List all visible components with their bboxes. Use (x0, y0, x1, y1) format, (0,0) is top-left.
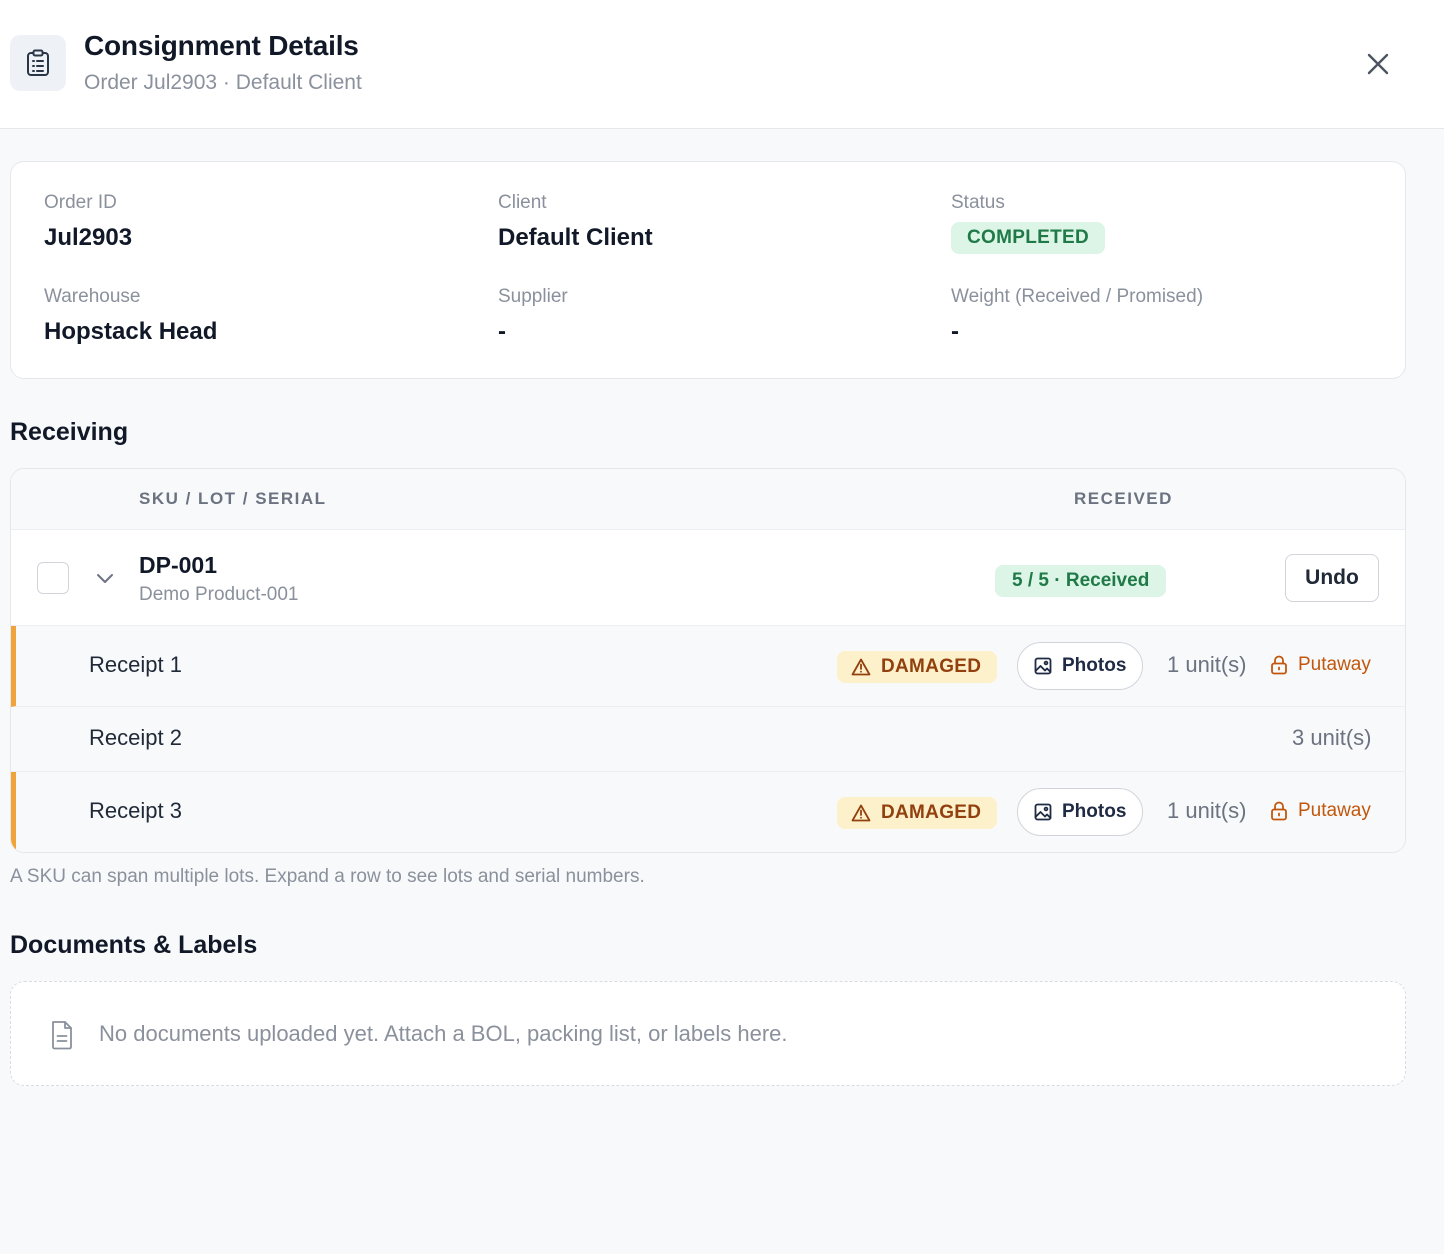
column-header-received: RECEIVED (1074, 489, 1173, 508)
warehouse-label: Warehouse (44, 286, 141, 307)
lock-icon (1271, 655, 1287, 675)
warning-icon (851, 658, 871, 676)
putaway-label: Putaway (1298, 800, 1371, 821)
table-header: SKU / LOT / SERIAL RECEIVED (11, 469, 1405, 530)
supplier-field: Supplier - (498, 286, 568, 346)
supplier-value: - (498, 318, 506, 345)
order-id-field: Order ID Jul2903 (44, 192, 132, 252)
page-subtitle: Order Jul2903 · Default Client (84, 71, 362, 94)
weight-label: Weight (Received / Promised) (951, 286, 1204, 307)
receipt-label: Receipt 2 (89, 725, 182, 750)
putaway-link[interactable]: Putaway (1270, 654, 1371, 676)
close-icon (1367, 53, 1389, 75)
client-field: Client Default Client (498, 192, 653, 252)
image-icon (1034, 657, 1052, 675)
receipt-row-1: Receipt 1 DAMAGED Photos 1 unit(s) Putaw… (11, 626, 1405, 707)
documents-dropzone[interactable]: No documents uploaded yet. Attach a BOL,… (10, 981, 1406, 1086)
damaged-badge: DAMAGED (837, 651, 998, 683)
sku-name: Demo Product-001 (139, 584, 299, 605)
warehouse-value: Hopstack Head (44, 318, 218, 345)
image-icon (1034, 803, 1052, 821)
client-label: Client (498, 192, 547, 213)
order-summary-card: Order ID Jul2903 Client Default Client S… (10, 161, 1406, 379)
receipt-label: Receipt 3 (89, 798, 182, 823)
supplier-label: Supplier (498, 286, 568, 307)
close-button[interactable] (1358, 44, 1398, 84)
warning-icon (851, 804, 871, 822)
row-select-checkbox[interactable] (37, 562, 69, 594)
putaway-label: Putaway (1298, 654, 1371, 675)
photos-button[interactable]: Photos (1017, 642, 1144, 690)
status-badge: COMPLETED (951, 222, 1105, 254)
lock-icon (1271, 801, 1287, 821)
column-header-sku: SKU / LOT / SERIAL (139, 489, 327, 508)
weight-value: - (951, 318, 959, 345)
status-field: Status COMPLETED (951, 192, 1105, 254)
receipt-row-3: Receipt 3 DAMAGED Photos 1 unit(s) Putaw… (11, 772, 1405, 852)
warehouse-field: Warehouse Hopstack Head (44, 286, 217, 346)
unit-count: 1 unit(s) (1167, 652, 1247, 677)
unit-count: 3 unit(s) (1292, 725, 1372, 750)
order-id-value: Jul2903 (44, 224, 133, 251)
photos-button[interactable]: Photos (1017, 788, 1144, 836)
undo-button[interactable]: Undo (1285, 554, 1379, 602)
receiving-table: SKU / LOT / SERIAL RECEIVED DP-001 Demo … (10, 468, 1406, 853)
clipboard-list-icon (10, 35, 66, 91)
chevron-down-icon[interactable] (93, 566, 117, 590)
photos-label: Photos (1062, 655, 1127, 676)
page-title: Consignment Details (84, 30, 359, 61)
receipt-label: Receipt 1 (89, 652, 182, 677)
damaged-badge: DAMAGED (837, 797, 998, 829)
putaway-link[interactable]: Putaway (1270, 800, 1371, 822)
damaged-label: DAMAGED (881, 656, 982, 677)
receiving-section-title: Receiving (10, 418, 129, 446)
client-value: Default Client (498, 224, 653, 251)
unit-count: 1 unit(s) (1167, 798, 1247, 823)
helper-text: A SKU can span multiple lots. Expand a r… (10, 866, 645, 887)
order-id-label: Order ID (44, 192, 117, 213)
documents-section-title: Documents & Labels (10, 931, 258, 959)
sku-code: DP-001 (139, 552, 217, 578)
receipt-row-2: Receipt 2 3 unit(s) (11, 707, 1405, 772)
file-icon (49, 1020, 75, 1055)
table-row: DP-001 Demo Product-001 5 / 5 · Received… (11, 530, 1405, 626)
status-label: Status (951, 192, 1005, 213)
modal-header: Consignment Details Order Jul2903 · Defa… (0, 0, 1444, 129)
documents-empty-text: No documents uploaded yet. Attach a BOL,… (99, 1021, 788, 1046)
received-badge: 5 / 5 · Received (995, 565, 1167, 597)
photos-label: Photos (1062, 801, 1127, 822)
weight-field: Weight (Received / Promised) - (951, 286, 1203, 346)
damaged-label: DAMAGED (881, 802, 982, 823)
